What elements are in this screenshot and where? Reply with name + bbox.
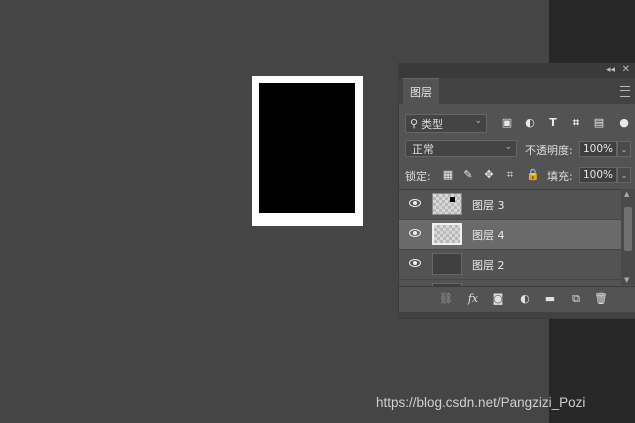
tab-row: 图层 (399, 78, 635, 105)
layer-row[interactable]: 图层 2 (399, 250, 621, 280)
lock-position-icon[interactable]: ✥ (483, 169, 495, 181)
trash-icon[interactable]: 🗑 (594, 292, 608, 306)
lock-row: 锁定: ▦ ✎ ✥ ⌗ 🔒 填充: 100% ⌄ (399, 164, 635, 186)
opacity-label: 不透明度: (525, 144, 573, 157)
panel-menu-icon[interactable] (620, 86, 630, 97)
group-folder-icon[interactable]: ▬ (543, 292, 557, 306)
eye-icon[interactable] (409, 229, 421, 237)
collapse-panel-icon[interactable]: ◂◂ (606, 65, 615, 75)
filter-kind-select[interactable]: ⚲ 类型 ⌄ (405, 114, 487, 133)
fill-dropdown-icon[interactable]: ⌄ (617, 167, 631, 183)
close-panel-icon[interactable]: ✕ (622, 64, 630, 75)
layer-thumbnail (432, 193, 462, 215)
polaroid-black-fill (259, 83, 355, 213)
lock-artboard-icon[interactable]: ⌗ (504, 169, 516, 181)
search-icon: ⚲ (410, 117, 419, 130)
scroll-down-icon[interactable]: ▼ (624, 276, 629, 284)
layers-scrollbar[interactable]: ▲ ▼ (621, 189, 635, 285)
link-icon[interactable]: ⛓ (439, 292, 453, 306)
fill-input[interactable]: 100% (579, 167, 617, 183)
image-filter-icon[interactable]: ▣ (501, 117, 513, 129)
smart-object-filter-icon[interactable]: ▤ (593, 117, 605, 129)
filter-toggle-icon[interactable]: ● (618, 117, 630, 129)
layer-thumbnail (432, 223, 462, 245)
new-layer-icon[interactable]: ⧉ (569, 292, 583, 306)
layer-row[interactable]: 图层 3 (399, 190, 621, 220)
lock-transparent-pixels-icon[interactable]: ▦ (442, 169, 454, 181)
layers-list: 图层 3 图层 4 图层 2 图层 (399, 189, 621, 286)
scroll-thumb[interactable] (624, 207, 632, 251)
shape-filter-icon[interactable]: ⌗ (570, 117, 582, 129)
lock-all-icon[interactable]: 🔒 (526, 169, 540, 181)
filter-row: ⚲ 类型 ⌄ ▣ ◐ T ⌗ ▤ ● (399, 111, 635, 133)
watermark-text: https://blog.csdn.net/Pangzizi_Pozi (376, 395, 586, 410)
panel-footer (399, 312, 635, 318)
blend-mode-value: 正常 (412, 142, 434, 156)
opacity-dropdown-icon[interactable]: ⌄ (617, 141, 631, 157)
blend-row: 正常 ⌄ 不透明度: 100% ⌄ (399, 138, 635, 160)
adjustment-filter-icon[interactable]: ◐ (524, 117, 536, 129)
adjustment-icon[interactable]: ◐ (518, 292, 532, 306)
fill-label: 填充: (547, 170, 573, 183)
lock-label: 锁定: (405, 170, 431, 183)
mask-icon[interactable]: ◙ (491, 292, 505, 306)
lock-image-pixels-icon[interactable]: ✎ (462, 169, 474, 181)
eye-icon[interactable] (409, 199, 421, 207)
type-filter-icon[interactable]: T (547, 117, 559, 129)
chevron-down-icon: ⌄ (504, 142, 512, 152)
tab-layers[interactable]: 图层 (403, 78, 439, 105)
layer-name: 图层 4 (472, 229, 505, 242)
layer-row-selected[interactable]: 图层 4 (399, 220, 621, 250)
panel-header: ◂◂ ✕ (399, 64, 635, 78)
layer-name: 图层 3 (472, 199, 505, 212)
fx-icon[interactable]: fx (466, 292, 480, 306)
eye-icon[interactable] (409, 259, 421, 267)
opacity-input[interactable]: 100% (579, 141, 617, 157)
layers-panel: ◂◂ ✕ 图层 ⚲ 类型 ⌄ ▣ ◐ T ⌗ ▤ ● 正常 ⌄ 不透明度: 10… (399, 64, 635, 318)
layers-bottom-toolbar: ⛓ fx ◙ ◐ ▬ ⧉ 🗑 (399, 286, 635, 311)
filter-kind-label: 类型 (421, 117, 444, 131)
layer-thumbnail (432, 253, 462, 275)
layer-name: 图层 2 (472, 259, 505, 272)
scroll-up-icon[interactable]: ▲ (624, 190, 629, 198)
polaroid-frame (252, 76, 363, 226)
blend-mode-select[interactable]: 正常 ⌄ (405, 140, 517, 157)
chevron-down-icon: ⌄ (474, 116, 482, 126)
